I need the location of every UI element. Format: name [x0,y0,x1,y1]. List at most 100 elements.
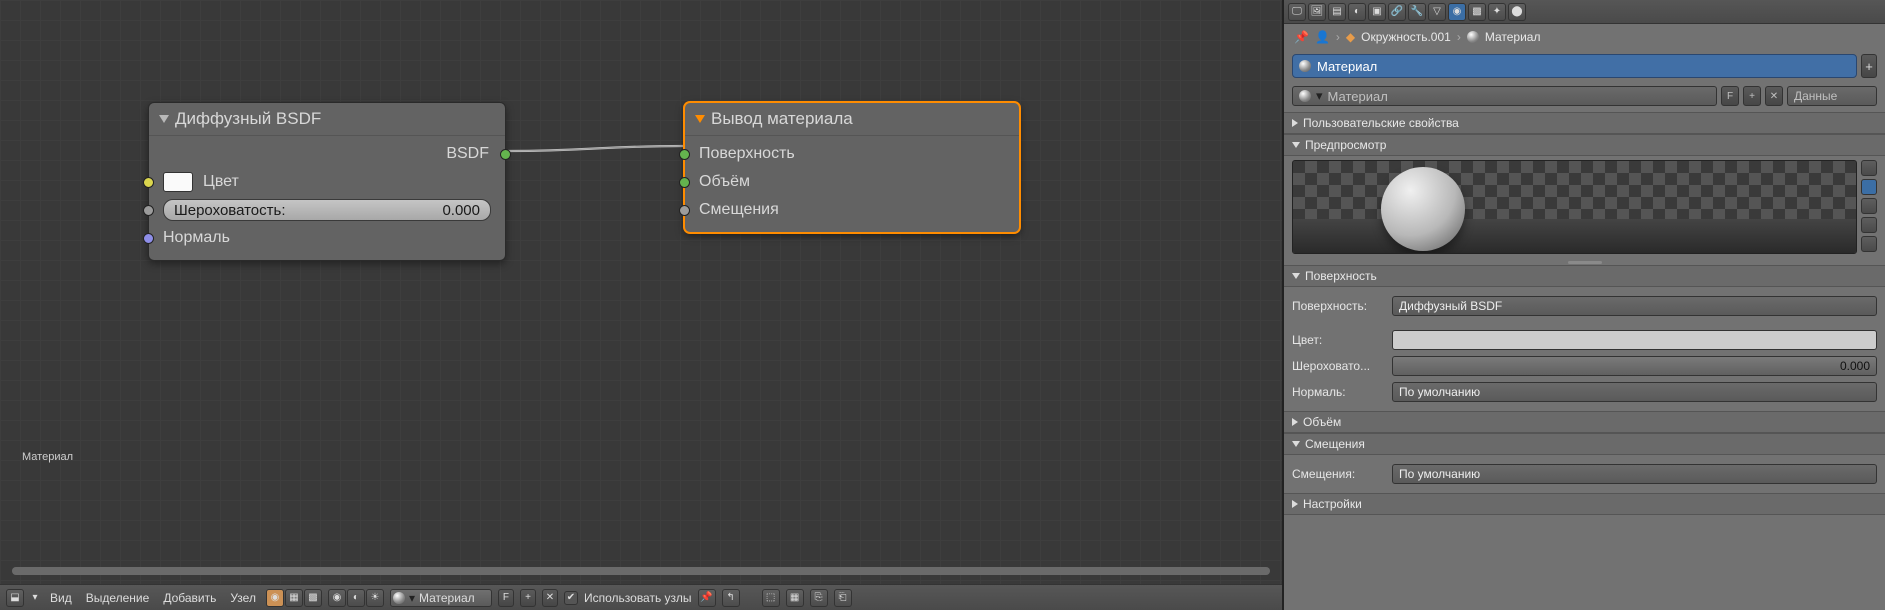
editor-type-icon[interactable]: ⬓ [6,589,24,607]
tree-type-shader-icon[interactable]: ◉ [266,589,284,607]
shader-type-world-icon[interactable]: ◐ [347,589,365,607]
node-header[interactable]: Вывод материала [685,103,1019,136]
unlink-button[interactable]: ✕ [1765,86,1783,106]
new-material-button[interactable]: + [1743,86,1761,106]
snap-button[interactable]: ⬚ [762,589,780,607]
displacement-field[interactable]: По умолчанию [1392,464,1877,484]
expand-icon[interactable]: ▾ [30,589,40,607]
preview-type-flat-icon[interactable] [1861,160,1877,176]
shader-type-line-icon[interactable]: ☀ [366,589,384,607]
link-type-button[interactable]: Данные [1787,86,1877,106]
node-title: Диффузный BSDF [175,109,321,129]
normal-field[interactable]: По умолчанию [1392,382,1877,402]
breadcrumb-material[interactable]: Материал [1485,30,1541,44]
socket-in-surface[interactable] [679,149,690,160]
panel-preview[interactable]: Предпросмотр [1284,134,1885,156]
collapse-icon[interactable] [159,115,169,123]
snap-type-button[interactable]: ▦ [786,589,804,607]
tree-type-texture-icon[interactable]: ▩ [304,589,322,607]
shader-type-object-icon[interactable]: ◉ [328,589,346,607]
panel-settings[interactable]: Настройки [1284,493,1885,515]
tab-scene-icon[interactable]: ▤ [1328,3,1346,21]
use-nodes-checkbox[interactable]: ✔ [564,591,578,605]
material-icon [1467,31,1479,43]
panel-volume[interactable]: Объём [1284,411,1885,433]
material-slot[interactable]: Материал [1292,54,1857,78]
node-editor[interactable]: Диффузный BSDF BSDF Цвет Шероховатость: … [0,0,1282,610]
breadcrumb-scene-icon: 👤 [1315,30,1330,44]
tab-world-icon[interactable]: ◐ [1348,3,1366,21]
socket-in-volume[interactable] [679,177,690,188]
input-normal: Нормаль [149,224,505,252]
tab-render-icon[interactable]: 🖵 [1288,3,1306,21]
menu-view[interactable]: Вид [46,591,76,605]
menu-node[interactable]: Узел [226,591,260,605]
material-icon [1299,90,1311,102]
material-id-field[interactable]: ▾ Материал [390,589,492,607]
node-diffuse-bsdf[interactable]: Диффузный BSDF BSDF Цвет Шероховатость: … [148,102,506,261]
roughness-field[interactable]: 0.000 [1392,356,1877,376]
color-field[interactable] [1392,330,1877,350]
add-slot-button[interactable]: + [1861,54,1877,78]
socket-in-normal[interactable] [143,233,154,244]
color-swatch[interactable] [163,172,193,192]
collapse-icon[interactable] [695,115,705,123]
preview-type-monkey-icon[interactable] [1861,217,1877,233]
paste-nodes-button[interactable]: ⎗ [834,589,852,607]
surface-label: Поверхность: [1292,299,1386,313]
socket-in-color[interactable] [143,177,154,188]
copy-nodes-button[interactable]: ⎘ [810,589,828,607]
mesh-icon: ◆ [1346,30,1355,44]
socket-out-bsdf[interactable] [500,149,511,160]
tab-render-layers-icon[interactable]: 🖼 [1308,3,1326,21]
input-color: Цвет [149,168,505,196]
go-parent-button[interactable]: ↰ [722,589,740,607]
panel-displacement[interactable]: Смещения [1284,433,1885,455]
tab-data-icon[interactable]: ▽ [1428,3,1446,21]
fake-user-button[interactable]: F [1721,86,1739,106]
tab-modifiers-icon[interactable]: 🔧 [1408,3,1426,21]
tree-type-compositor-icon[interactable]: ▦ [285,589,303,607]
roughness-label: Шероховато... [1292,359,1386,373]
socket-in-roughness[interactable] [143,205,154,216]
tab-object-icon[interactable]: ▣ [1368,3,1386,21]
unlink-material-button[interactable]: ✕ [542,589,558,607]
fake-user-button[interactable]: F [498,589,514,607]
add-material-button[interactable]: + [520,589,536,607]
tab-constraints-icon[interactable]: 🔗 [1388,3,1406,21]
panel-surface[interactable]: Поверхность [1284,265,1885,287]
panel-custom-props[interactable]: Пользовательские свойства [1284,112,1885,134]
pin-icon[interactable]: 📌 [1294,30,1309,44]
preview-type-hair-icon[interactable] [1861,236,1877,252]
displacement-label: Смещения: [1292,467,1386,481]
preview-type-cube-icon[interactable] [1861,198,1877,214]
input-roughness: Шероховатость: 0.000 [149,196,505,224]
tab-texture-icon[interactable]: ▩ [1468,3,1486,21]
surface-shader-field[interactable]: Диффузный BSDF [1392,296,1877,316]
normal-label: Нормаль: [1292,385,1386,399]
dropdown-icon[interactable]: ▾ [409,591,415,605]
preview-type-sphere-icon[interactable] [1861,179,1877,195]
horizontal-scrollbar[interactable] [12,567,1270,575]
tab-particles-icon[interactable]: ✦ [1488,3,1506,21]
tab-material-icon[interactable]: ◉ [1448,3,1466,21]
material-id-browse[interactable]: ▾ Материал [1292,86,1717,106]
menu-select[interactable]: Выделение [82,591,154,605]
node-material-output[interactable]: Вывод материала Поверхность Объём Смещен… [684,102,1020,233]
roughness-slider[interactable]: Шероховатость: 0.000 [163,199,491,221]
disclose-icon [1292,119,1298,127]
dropdown-icon[interactable]: ▾ [1316,88,1323,104]
socket-in-displacement[interactable] [679,205,690,216]
node-title: Вывод материала [711,109,853,129]
material-icon [1299,60,1311,72]
active-material-label: Материал [22,451,73,463]
material-preview[interactable] [1292,160,1857,254]
node-header[interactable]: Диффузный BSDF [149,103,505,136]
use-nodes-label: Использовать узлы [584,591,692,605]
node-editor-footer: ⬓ ▾ Вид Выделение Добавить Узел ◉ ▦ ▩ ◉ … [0,584,1282,610]
tab-physics-icon[interactable]: ⬤ [1508,3,1526,21]
menu-add[interactable]: Добавить [159,591,220,605]
breadcrumb-object[interactable]: Окружность.001 [1361,30,1451,44]
disclose-icon [1292,418,1298,426]
pin-button[interactable]: 📌 [698,589,716,607]
